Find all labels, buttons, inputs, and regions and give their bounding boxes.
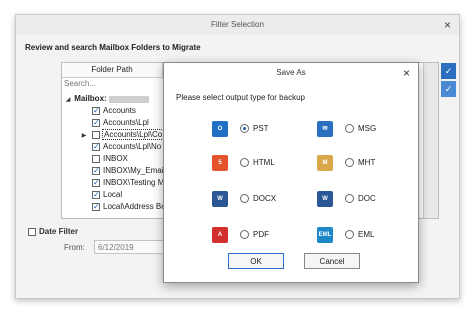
word-doc-icon: W <box>317 191 333 207</box>
from-date-input[interactable]: 6/12/2019 <box>94 240 168 254</box>
expand-arrow-icon[interactable]: ◢ <box>64 94 72 106</box>
option-pst[interactable]: O PST <box>212 121 282 137</box>
option-label: HTML <box>253 158 275 167</box>
radio-eml[interactable] <box>345 230 354 239</box>
envelope-icon: ✉ <box>317 121 333 137</box>
option-msg[interactable]: ✉ MSG <box>317 121 387 137</box>
radio-docx[interactable] <box>240 194 249 203</box>
option-label: MHT <box>358 158 376 167</box>
tree-row[interactable]: INBOX\Testing M <box>92 177 164 189</box>
folder-checkbox[interactable] <box>92 117 100 129</box>
tree-row[interactable]: Accounts <box>92 105 136 117</box>
radio-pst[interactable] <box>240 124 249 133</box>
dialog-prompt: Please select output type for backup <box>176 93 305 102</box>
tree-label: INBOX\My_Email <box>103 166 166 175</box>
cancel-button[interactable]: Cancel <box>304 253 360 269</box>
close-icon[interactable]: × <box>403 65 410 81</box>
mht-icon: M <box>317 155 333 171</box>
eml-icon: EML <box>317 227 333 243</box>
date-filter-toggle[interactable]: Date Filter <box>28 227 78 236</box>
option-doc[interactable]: W DOC <box>317 191 387 207</box>
dialog-title: Save As <box>276 68 306 77</box>
folder-checkbox[interactable] <box>92 105 100 117</box>
folder-checkbox[interactable] <box>92 131 100 139</box>
ok-button[interactable]: OK <box>228 253 284 269</box>
tree-label: Local <box>103 190 123 199</box>
pdf-icon: A <box>212 227 228 243</box>
option-eml[interactable]: EML EML <box>317 227 387 243</box>
option-label: PDF <box>253 230 269 239</box>
folder-checkbox[interactable] <box>92 189 100 201</box>
radio-mht[interactable] <box>345 158 354 167</box>
tree-row[interactable]: INBOX\My_Email <box>92 165 165 177</box>
expand-arrow-icon[interactable]: ▶ <box>80 130 88 142</box>
folder-checkbox[interactable] <box>92 165 100 177</box>
outlook-icon: O <box>212 121 228 137</box>
vertical-scrollbar[interactable] <box>423 63 438 218</box>
check-all-icon[interactable]: ✓ <box>441 63 456 79</box>
save-as-dialog: Save As × Please select output type for … <box>163 62 419 283</box>
tree-row-mailbox[interactable]: ◢ Mailbox: <box>64 93 149 105</box>
from-label: From: <box>64 243 85 252</box>
search-input[interactable]: Search... <box>64 79 96 88</box>
tree-label: INBOX\Testing M <box>103 178 165 187</box>
tree-label: Local\Address Bo <box>103 202 166 211</box>
html5-icon: 5 <box>212 155 228 171</box>
option-label: DOC <box>358 194 376 203</box>
date-filter-checkbox[interactable] <box>28 227 36 236</box>
folder-path-column-header[interactable]: Folder Path <box>62 63 163 78</box>
window-title: Filter Selection <box>16 15 459 35</box>
option-label: PST <box>253 124 269 133</box>
tree-row[interactable]: INBOX <box>92 153 128 165</box>
word-docx-icon: W <box>212 191 228 207</box>
option-pdf[interactable]: A PDF <box>212 227 282 243</box>
tree-label: Mailbox: <box>74 94 107 103</box>
folder-checkbox[interactable] <box>92 201 100 213</box>
uncheck-all-icon[interactable]: ✓ <box>441 81 456 97</box>
radio-msg[interactable] <box>345 124 354 133</box>
folder-checkbox[interactable] <box>92 155 100 163</box>
tree-row[interactable]: ▶ Accounts\Lpl\Co <box>80 129 165 142</box>
tree-row[interactable]: Accounts\Lpl <box>92 117 149 129</box>
tree-label: Accounts\Lpl\No <box>103 142 162 151</box>
tree-label: INBOX <box>103 154 128 163</box>
option-html[interactable]: 5 HTML <box>212 155 282 171</box>
radio-doc[interactable] <box>345 194 354 203</box>
redacted-bar <box>108 95 149 103</box>
option-mht[interactable]: M MHT <box>317 155 387 171</box>
option-label: DOCX <box>253 194 277 203</box>
tree-row[interactable]: Local\Address Bo <box>92 201 166 213</box>
tree-row[interactable]: Accounts\Lpl\No <box>92 141 161 153</box>
date-filter-label: Date Filter <box>39 227 79 236</box>
option-label: EML <box>358 230 375 239</box>
folder-checkbox[interactable] <box>92 177 100 189</box>
close-icon[interactable]: × <box>444 17 451 33</box>
tree-label: Accounts <box>103 106 136 115</box>
tree-row[interactable]: Local <box>92 189 122 201</box>
radio-pdf[interactable] <box>240 230 249 239</box>
option-label: MSG <box>358 124 377 133</box>
tree-label: Accounts\Lpl\Co <box>101 129 165 140</box>
option-docx[interactable]: W DOCX <box>212 191 282 207</box>
section-heading: Review and search Mailbox Folders to Mig… <box>25 43 201 52</box>
tree-label: Accounts\Lpl <box>103 118 149 127</box>
folder-checkbox[interactable] <box>92 141 100 153</box>
radio-html[interactable] <box>240 158 249 167</box>
